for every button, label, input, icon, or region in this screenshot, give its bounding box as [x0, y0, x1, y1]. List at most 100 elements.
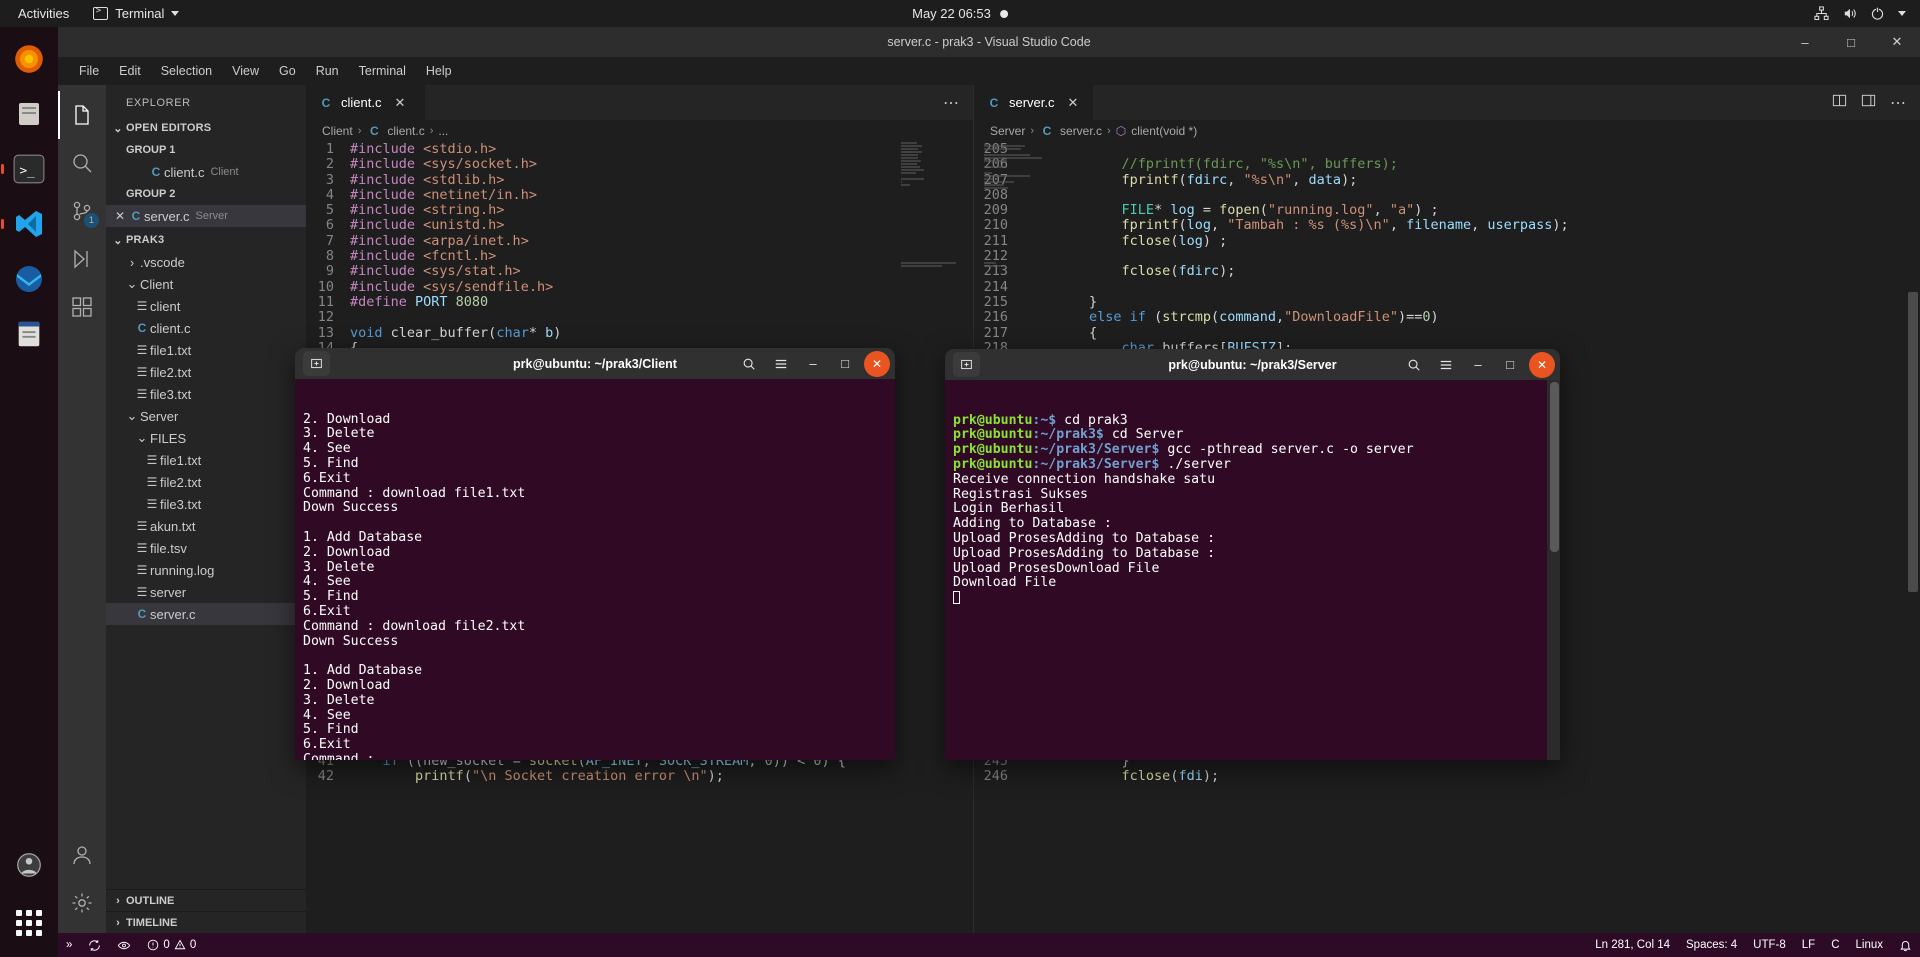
- end-of-line[interactable]: LF: [1794, 933, 1823, 957]
- dock-item-files[interactable]: [7, 92, 51, 136]
- tree-item-FILES[interactable]: ⌄ FILES: [106, 427, 306, 449]
- activity-run-debug-icon[interactable]: [58, 235, 106, 283]
- tree-item-client[interactable]: ☰ client: [106, 295, 306, 317]
- terminal-window-client[interactable]: prk@ubuntu: ~/prak3/Client – □ ✕ 2. Down…: [295, 348, 895, 760]
- open-editor-client-c[interactable]: C client.c Client: [106, 161, 306, 183]
- eye-status[interactable]: [109, 933, 139, 957]
- terminal-maximize-button[interactable]: □: [1497, 352, 1523, 378]
- tree-item--vscode[interactable]: › .vscode: [106, 251, 306, 273]
- panel-outline[interactable]: › OUTLINE: [106, 889, 306, 911]
- dock-item-vscode[interactable]: [7, 202, 51, 246]
- dock-item-firefox[interactable]: [7, 37, 51, 81]
- tree-item-server[interactable]: ☰ server: [106, 581, 306, 603]
- layout-icon[interactable]: [1861, 93, 1876, 113]
- clock[interactable]: May 22 06:53: [912, 6, 1008, 21]
- more-actions-icon[interactable]: ⋯: [943, 93, 959, 113]
- activity-account-icon[interactable]: [58, 831, 106, 879]
- sync-status[interactable]: [80, 933, 109, 957]
- app-menu-terminal[interactable]: Terminal: [83, 6, 189, 21]
- tab-server-c[interactable]: C server.c ✕: [974, 85, 1094, 120]
- terminal-minimize-button[interactable]: –: [1465, 352, 1491, 378]
- panel-timeline[interactable]: › TIMELINE: [106, 911, 306, 933]
- menu-run[interactable]: Run: [307, 61, 348, 81]
- open-editor-server-c[interactable]: ✕ C server.c Server: [106, 205, 306, 227]
- terminal-close-button[interactable]: ✕: [864, 350, 890, 377]
- terminal-client-titlebar[interactable]: prk@ubuntu: ~/prak3/Client – □ ✕: [295, 348, 895, 379]
- dock-item-settings[interactable]: [7, 843, 51, 887]
- close-icon[interactable]: ✕: [112, 209, 128, 223]
- split-editor-icon[interactable]: [1832, 93, 1847, 113]
- chevron-down-icon-tray[interactable]: [1898, 11, 1906, 16]
- hamburger-icon[interactable]: [1433, 352, 1459, 378]
- tree-item-file3-txt[interactable]: ☰ file3.txt: [106, 493, 306, 515]
- dock-item-terminal[interactable]: >_: [7, 147, 51, 191]
- activity-extensions-icon[interactable]: [58, 283, 106, 331]
- terminal-minimize-button[interactable]: –: [800, 351, 826, 377]
- tree-item-Server[interactable]: ⌄ Server: [106, 405, 306, 427]
- dock-item-thunderbird[interactable]: [7, 257, 51, 301]
- power-icon[interactable]: [1870, 6, 1885, 21]
- platform-indicator[interactable]: Linux: [1848, 933, 1892, 957]
- tab-client-c[interactable]: C client.c ✕: [306, 85, 426, 120]
- menu-terminal[interactable]: Terminal: [350, 61, 415, 81]
- breadcrumb-file[interactable]: server.c: [1060, 124, 1102, 138]
- notifications-bell-icon[interactable]: [1891, 933, 1920, 957]
- menu-file[interactable]: File: [70, 61, 108, 81]
- hamburger-icon[interactable]: [768, 351, 794, 377]
- minimize-button[interactable]: –: [1782, 27, 1828, 57]
- terminal-server-titlebar[interactable]: prk@ubuntu: ~/prak3/Server – □ ✕: [945, 349, 1560, 380]
- tree-item-server-c[interactable]: Cserver.c: [106, 603, 306, 625]
- activities-button[interactable]: Activities: [0, 6, 83, 21]
- terminal-server-scrollbar[interactable]: [1547, 380, 1560, 760]
- tree-item-Client[interactable]: ⌄ Client: [106, 273, 306, 295]
- tree-item-client-c[interactable]: Cclient.c: [106, 317, 306, 339]
- terminal-window-server[interactable]: prk@ubuntu: ~/prak3/Server – □ ✕ prk@ubu…: [945, 349, 1560, 760]
- section-project-root[interactable]: ⌄ PRAK3: [106, 229, 306, 251]
- breadcrumb-file[interactable]: client.c: [387, 124, 424, 138]
- tree-item-running-log[interactable]: ☰ running.log: [106, 559, 306, 581]
- breadcrumb-symbol[interactable]: client(void *): [1131, 124, 1197, 138]
- new-tab-icon[interactable]: [303, 351, 330, 376]
- tree-item-file2-txt[interactable]: ☰ file2.txt: [106, 361, 306, 383]
- activity-explorer-icon[interactable]: [58, 91, 106, 139]
- menu-view[interactable]: View: [223, 61, 268, 81]
- breadcrumb-folder[interactable]: Client: [322, 124, 353, 138]
- terminal-maximize-button[interactable]: □: [832, 351, 858, 377]
- volume-icon[interactable]: [1842, 6, 1857, 21]
- activity-search-icon[interactable]: [58, 139, 106, 187]
- problems-status[interactable]: 0 0: [139, 933, 204, 957]
- terminal-client-output[interactable]: 2. Download 3. Delete 4. See 5. Find 6.Exit C…: [295, 379, 895, 760]
- system-tray[interactable]: [1814, 6, 1906, 21]
- terminal-server-output[interactable]: prk@ubuntu:~$ cd prak3 prk@ubuntu:~/prak3…: [945, 380, 1560, 760]
- scrollbar-thumb[interactable]: [1908, 292, 1918, 592]
- remote-indicator[interactable]: »: [58, 933, 80, 957]
- close-icon[interactable]: ✕: [394, 95, 405, 111]
- section-open-editors[interactable]: ⌄ OPEN EDITORS: [106, 117, 306, 139]
- tree-item-file1-txt[interactable]: ☰ file1.txt: [106, 339, 306, 361]
- breadcrumb-symbol[interactable]: ...: [438, 124, 448, 138]
- scrollbar-right[interactable]: [1906, 142, 1920, 933]
- tree-item-file1-txt[interactable]: ☰ file1.txt: [106, 449, 306, 471]
- tree-item-file-tsv[interactable]: ☰ file.tsv: [106, 537, 306, 559]
- more-actions-icon[interactable]: ⋯: [1890, 93, 1906, 113]
- language-mode[interactable]: C: [1823, 933, 1847, 957]
- menu-edit[interactable]: Edit: [110, 61, 150, 81]
- tree-item-akun-txt[interactable]: ☰ akun.txt: [106, 515, 306, 537]
- menu-go[interactable]: Go: [270, 61, 305, 81]
- activity-gear-icon[interactable]: [58, 879, 106, 927]
- terminal-close-button[interactable]: ✕: [1529, 351, 1555, 378]
- close-icon[interactable]: ✕: [1068, 95, 1079, 111]
- dock-item-libreoffice-writer[interactable]: [7, 312, 51, 356]
- tree-item-file3-txt[interactable]: ☰ file3.txt: [106, 383, 306, 405]
- tree-item-file2-txt[interactable]: ☰ file2.txt: [106, 471, 306, 493]
- menu-selection[interactable]: Selection: [152, 61, 221, 81]
- indentation[interactable]: Spaces: 4: [1678, 933, 1745, 957]
- encoding[interactable]: UTF-8: [1745, 933, 1794, 957]
- new-tab-icon[interactable]: [953, 352, 980, 377]
- activity-source-control-icon[interactable]: 1: [58, 187, 106, 235]
- menu-help[interactable]: Help: [417, 61, 461, 81]
- cursor-position[interactable]: Ln 281, Col 14: [1587, 933, 1678, 957]
- show-applications-button[interactable]: [7, 901, 51, 945]
- search-icon[interactable]: [1401, 352, 1427, 378]
- breadcrumb-folder[interactable]: Server: [990, 124, 1025, 138]
